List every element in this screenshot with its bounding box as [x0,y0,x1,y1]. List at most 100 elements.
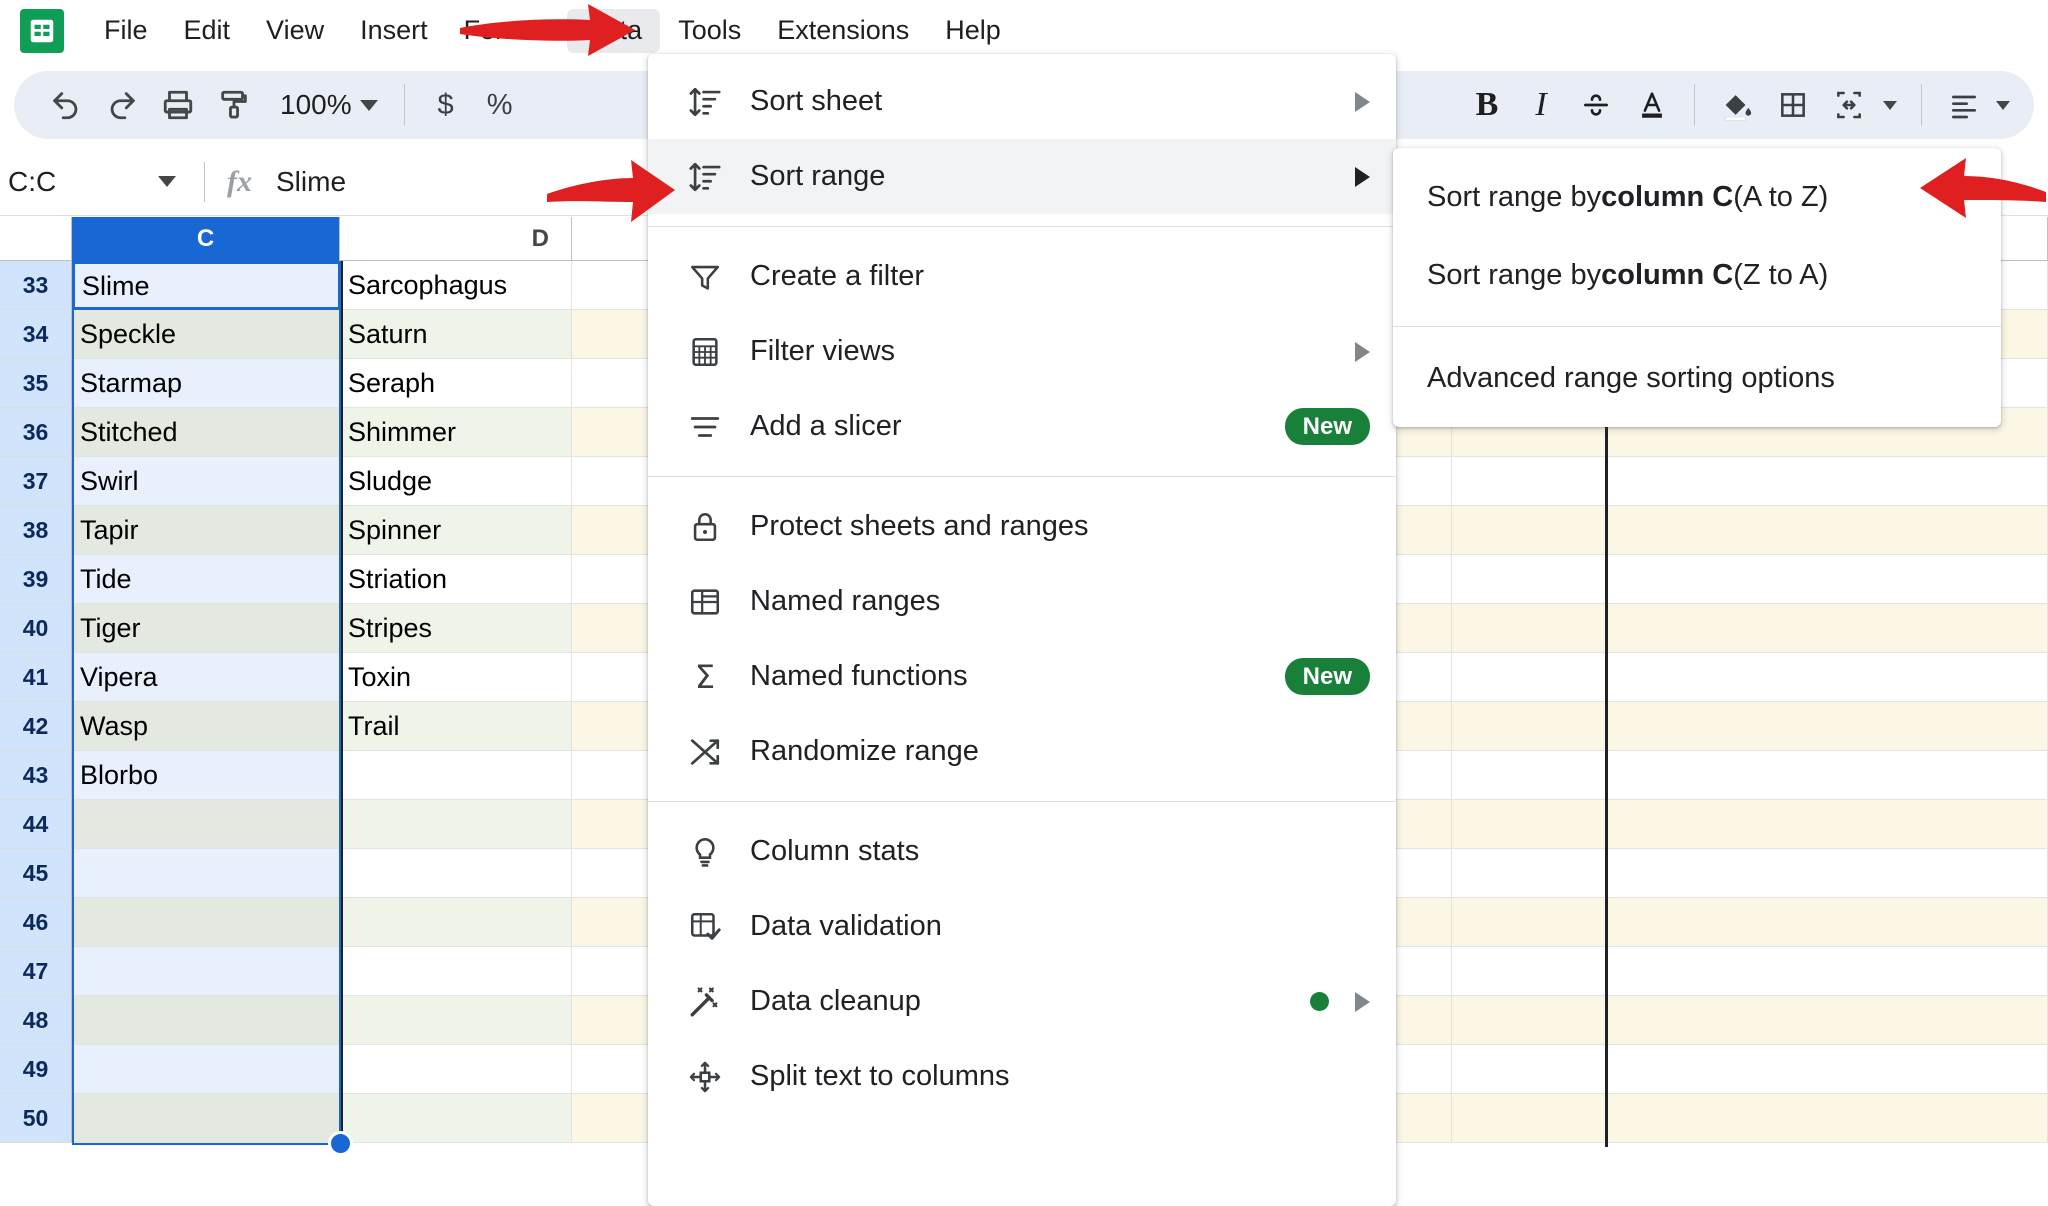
cell-c[interactable] [72,1045,340,1094]
menu-item-column-stats[interactable]: Column stats [648,814,1396,889]
paint-format-icon[interactable] [206,77,262,133]
menu-item-named-ranges[interactable]: Named ranges [648,564,1396,639]
cell-c[interactable]: Wasp [72,702,340,751]
cell-c[interactable]: Blorbo [72,751,340,800]
menu-format[interactable]: Format [446,9,568,53]
menu-item-data-validation[interactable]: Data validation [648,889,1396,964]
merge-cells-icon[interactable] [1821,77,1877,133]
cell-c[interactable]: Stitched [72,408,340,457]
row-header[interactable]: 42 [0,702,72,751]
horizontal-align-icon[interactable] [1936,77,1992,133]
column-header-d[interactable]: D [340,217,572,261]
submenu-item-sort-az[interactable]: Sort range by column C (A to Z) [1393,158,2001,236]
cell-g[interactable] [1452,506,2048,555]
cell-g[interactable] [1452,996,2048,1045]
cell-d[interactable] [340,800,572,849]
row-header[interactable]: 36 [0,408,72,457]
row-header[interactable]: 41 [0,653,72,702]
cell-d[interactable] [340,1094,572,1143]
row-header[interactable]: 50 [0,1094,72,1143]
row-header[interactable]: 48 [0,996,72,1045]
row-header[interactable]: 39 [0,555,72,604]
cell-c[interactable] [72,996,340,1045]
menu-item-protect-sheets[interactable]: Protect sheets and ranges [648,489,1396,564]
bold-button[interactable]: B [1460,77,1514,133]
cell-g[interactable] [1452,702,2048,751]
formula-input[interactable]: Slime [276,166,346,198]
cell-d[interactable]: Striation [340,555,572,604]
select-all-corner[interactable] [0,217,72,261]
row-header[interactable]: 38 [0,506,72,555]
cell-c[interactable]: Starmap [72,359,340,408]
cell-c[interactable] [72,1094,340,1143]
menu-view[interactable]: View [248,9,342,53]
sheets-logo-icon[interactable] [20,9,64,53]
cell-g[interactable] [1452,555,2048,604]
cell-c[interactable] [72,800,340,849]
cell-c[interactable]: Tiger [72,604,340,653]
menu-help[interactable]: Help [927,9,1019,53]
cell-g[interactable] [1452,653,2048,702]
row-header[interactable]: 45 [0,849,72,898]
row-header[interactable]: 35 [0,359,72,408]
cell-g[interactable] [1452,947,2048,996]
row-header[interactable]: 40 [0,604,72,653]
cell-c[interactable]: Tapir [72,506,340,555]
column-header-c[interactable]: C [72,217,340,261]
cell-g[interactable] [1452,849,2048,898]
align-chevron-down-icon[interactable] [1996,100,2010,110]
italic-button[interactable]: I [1514,77,1568,133]
row-header[interactable]: 34 [0,310,72,359]
cell-c[interactable]: Swirl [72,457,340,506]
cell-c[interactable]: Tide [72,555,340,604]
cell-c[interactable] [72,898,340,947]
cell-g[interactable] [1452,1045,2048,1094]
menu-item-named-functions[interactable]: Σ Named functions New [648,639,1396,714]
row-header[interactable]: 37 [0,457,72,506]
cell-g[interactable] [1452,457,2048,506]
cell-g[interactable] [1452,898,2048,947]
cell-g[interactable] [1452,751,2048,800]
menu-item-sort-range[interactable]: Sort range [648,139,1396,214]
menu-item-add-a-slicer[interactable]: Add a slicer New [648,389,1396,464]
cell-d[interactable]: Toxin [340,653,572,702]
name-box[interactable]: C:C [0,156,190,208]
redo-icon[interactable] [94,77,150,133]
menu-insert[interactable]: Insert [342,9,446,53]
menu-item-filter-views[interactable]: Filter views [648,314,1396,389]
menu-tools[interactable]: Tools [660,9,759,53]
cell-d[interactable] [340,996,572,1045]
cell-d[interactable]: Shimmer [340,408,572,457]
menu-file[interactable]: File [86,9,166,53]
merge-chevron-down-icon[interactable] [1883,100,1897,110]
cell-d[interactable]: Sarcophagus [340,261,572,310]
cell-c[interactable]: Vipera [72,653,340,702]
cell-d[interactable] [340,947,572,996]
cell-d[interactable]: Trail [340,702,572,751]
cell-d[interactable] [340,898,572,947]
submenu-item-sort-za[interactable]: Sort range by column C (Z to A) [1393,236,2001,314]
cell-d[interactable]: Saturn [340,310,572,359]
undo-icon[interactable] [38,77,94,133]
strikethrough-icon[interactable] [1568,77,1624,133]
menu-item-randomize-range[interactable]: Randomize range [648,714,1396,789]
fill-color-icon[interactable] [1709,77,1765,133]
menu-item-split-text[interactable]: Split text to columns [648,1039,1396,1114]
cell-d[interactable]: Seraph [340,359,572,408]
borders-icon[interactable] [1765,77,1821,133]
submenu-item-advanced[interactable]: Advanced range sorting options [1393,339,2001,417]
row-header[interactable]: 44 [0,800,72,849]
row-header[interactable]: 43 [0,751,72,800]
cell-d[interactable]: Spinner [340,506,572,555]
cell-g[interactable] [1452,604,2048,653]
row-header[interactable]: 49 [0,1045,72,1094]
percent-format-button[interactable]: % [473,77,527,133]
cell-d[interactable]: Stripes [340,604,572,653]
print-icon[interactable] [150,77,206,133]
cell-c[interactable]: Speckle [72,310,340,359]
row-header[interactable]: 33 [0,261,72,310]
row-header[interactable]: 47 [0,947,72,996]
name-box-chevron-down-icon[interactable] [158,176,176,187]
cell-c[interactable] [72,849,340,898]
menu-item-data-cleanup[interactable]: Data cleanup [648,964,1396,1039]
